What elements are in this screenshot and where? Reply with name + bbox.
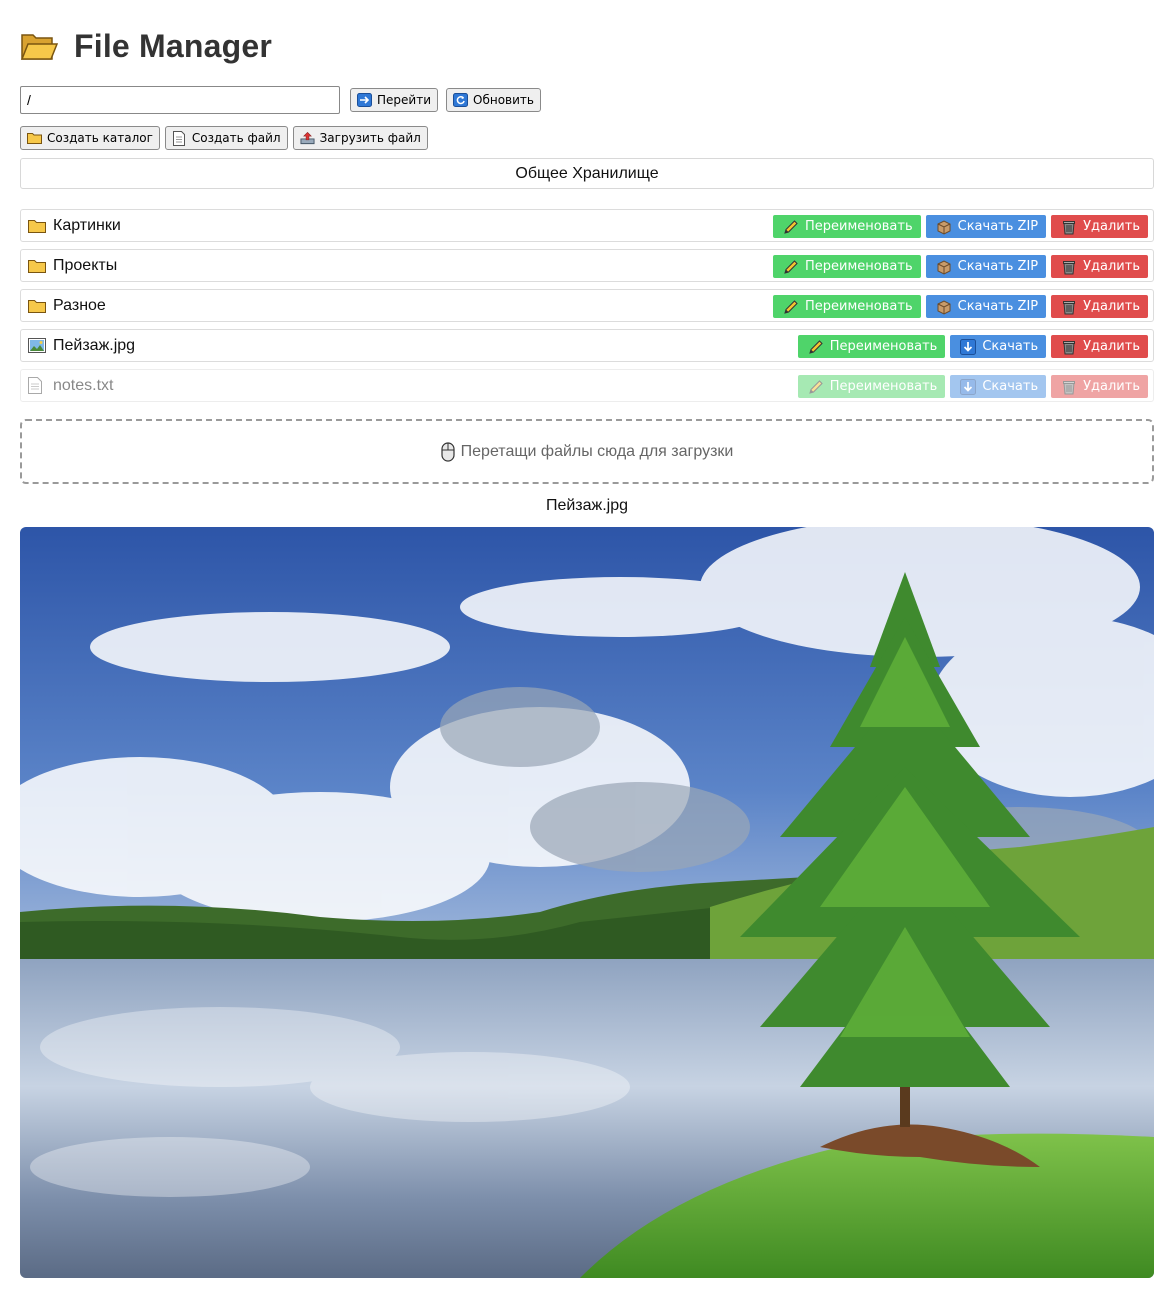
dropzone-text: Перетащи файлы сюда для загрузки: [460, 442, 734, 460]
storage-selector[interactable]: Общее Хранилище: [20, 158, 1154, 189]
create-file-label: Создать файл: [191, 131, 281, 145]
download-zip-button[interactable]: Скачать ZIP: [925, 295, 1047, 318]
mouse-icon: [441, 441, 455, 462]
pencil-icon: [783, 259, 799, 275]
delete-button[interactable]: Удалить: [1051, 255, 1148, 278]
folder-icon: [28, 218, 46, 234]
delete-button[interactable]: Удалить: [1051, 375, 1148, 398]
rename-button[interactable]: Переименовать: [797, 375, 946, 398]
go-button-label: Перейти: [377, 93, 431, 107]
header: File Manager: [20, 24, 272, 68]
download-button[interactable]: Скачать: [950, 335, 1047, 358]
page-title: File Manager: [74, 27, 273, 64]
refresh-icon: [453, 93, 468, 107]
upload-tray-icon: [300, 131, 315, 145]
row-actions: Переименовать Скачать Удалить: [793, 375, 1148, 398]
preview-title: Пейзаж.jpg: [545, 497, 629, 514]
download-button[interactable]: Скачать: [950, 375, 1047, 398]
delete-label: Удалить: [1083, 379, 1140, 394]
delete-label: Удалить: [1083, 219, 1140, 234]
row-actions: Переименовать Скачать Удалить: [793, 335, 1148, 358]
rename-button[interactable]: Переименовать: [797, 335, 946, 358]
trash-icon: [1061, 259, 1077, 275]
upload-file-label: Загрузить файл: [319, 131, 421, 145]
open-folder-icon: [20, 31, 59, 61]
folder-icon: [28, 258, 46, 274]
file-row[interactable]: Разное Переименовать Скачать ZIP Удалить: [20, 289, 1154, 322]
delete-button[interactable]: Удалить: [1051, 295, 1148, 318]
create-directory-button[interactable]: Создать каталог: [20, 126, 160, 150]
file-name[interactable]: Проекты: [53, 257, 117, 275]
action-toolbar: Создать каталог Создать файл Загрузить ф…: [20, 126, 428, 150]
image-file-icon: [28, 338, 46, 354]
pencil-icon: [808, 379, 824, 395]
download-label: Скачать ZIP: [957, 299, 1039, 314]
upload-file-button[interactable]: Загрузить файл: [292, 126, 428, 150]
upload-dropzone[interactable]: Перетащи файлы сюда для загрузки: [20, 419, 1154, 484]
pencil-icon: [808, 339, 824, 355]
trash-icon: [1061, 379, 1077, 395]
package-icon: [936, 219, 952, 235]
rename-label: Переименовать: [805, 299, 913, 314]
row-actions: Переименовать Скачать ZIP Удалить: [768, 295, 1148, 318]
go-button[interactable]: Перейти: [350, 88, 438, 112]
folder-icon: [27, 131, 42, 145]
delete-label: Удалить: [1083, 339, 1140, 354]
text-file-icon: [28, 377, 46, 394]
file-list: Картинки Переименовать Скачать ZIP Удали…: [20, 209, 1154, 409]
create-file-button[interactable]: Создать файл: [164, 126, 288, 150]
rename-label: Переименовать: [829, 379, 938, 394]
file-icon: [172, 130, 187, 146]
rename-button[interactable]: Переименовать: [773, 215, 921, 238]
download-zip-button[interactable]: Скачать ZIP: [925, 255, 1047, 278]
download-arrow-icon: [960, 338, 977, 355]
file-row[interactable]: Пейзаж.jpg Переименовать Скачать Удалить: [20, 329, 1154, 362]
rename-label: Переименовать: [805, 259, 913, 274]
download-label: Скачать: [982, 339, 1039, 354]
trash-icon: [1061, 219, 1077, 235]
file-row[interactable]: notes.txt Переименовать Скачать Удалить: [20, 369, 1154, 402]
landscape-image: [20, 527, 1154, 1278]
download-label: Скачать: [982, 379, 1039, 394]
package-icon: [936, 299, 952, 315]
file-name[interactable]: Картинки: [53, 217, 121, 235]
create-directory-label: Создать каталог: [47, 131, 153, 145]
rename-button[interactable]: Переименовать: [773, 295, 921, 318]
path-input[interactable]: [20, 86, 340, 114]
file-row[interactable]: Картинки Переименовать Скачать ZIP Удали…: [20, 209, 1154, 242]
storage-label: Общее Хранилище: [515, 164, 659, 182]
rename-label: Переименовать: [829, 339, 938, 354]
delete-label: Удалить: [1083, 259, 1140, 274]
download-label: Скачать ZIP: [957, 219, 1039, 234]
file-name[interactable]: Разное: [53, 297, 106, 315]
file-name[interactable]: Пейзаж.jpg: [53, 337, 135, 355]
rename-label: Переименовать: [805, 219, 913, 234]
refresh-button-label: Обновить: [473, 93, 534, 107]
arrow-right-icon: [357, 93, 372, 107]
download-arrow-icon: [960, 378, 977, 395]
download-label: Скачать ZIP: [957, 259, 1039, 274]
pencil-icon: [783, 219, 799, 235]
delete-button[interactable]: Удалить: [1051, 215, 1148, 238]
refresh-button[interactable]: Обновить: [446, 88, 541, 112]
image-preview: [20, 527, 1154, 1278]
path-bar: Перейти Обновить: [20, 86, 541, 114]
trash-icon: [1061, 299, 1077, 315]
pencil-icon: [783, 299, 799, 315]
row-actions: Переименовать Скачать ZIP Удалить: [768, 215, 1148, 238]
package-icon: [936, 259, 952, 275]
trash-icon: [1061, 339, 1077, 355]
folder-icon: [28, 298, 46, 314]
download-zip-button[interactable]: Скачать ZIP: [925, 215, 1047, 238]
delete-button[interactable]: Удалить: [1051, 335, 1148, 358]
file-row[interactable]: Проекты Переименовать Скачать ZIP Удалит…: [20, 249, 1154, 282]
row-actions: Переименовать Скачать ZIP Удалить: [768, 255, 1148, 278]
rename-button[interactable]: Переименовать: [773, 255, 921, 278]
file-name[interactable]: notes.txt: [53, 377, 113, 395]
delete-label: Удалить: [1083, 299, 1140, 314]
